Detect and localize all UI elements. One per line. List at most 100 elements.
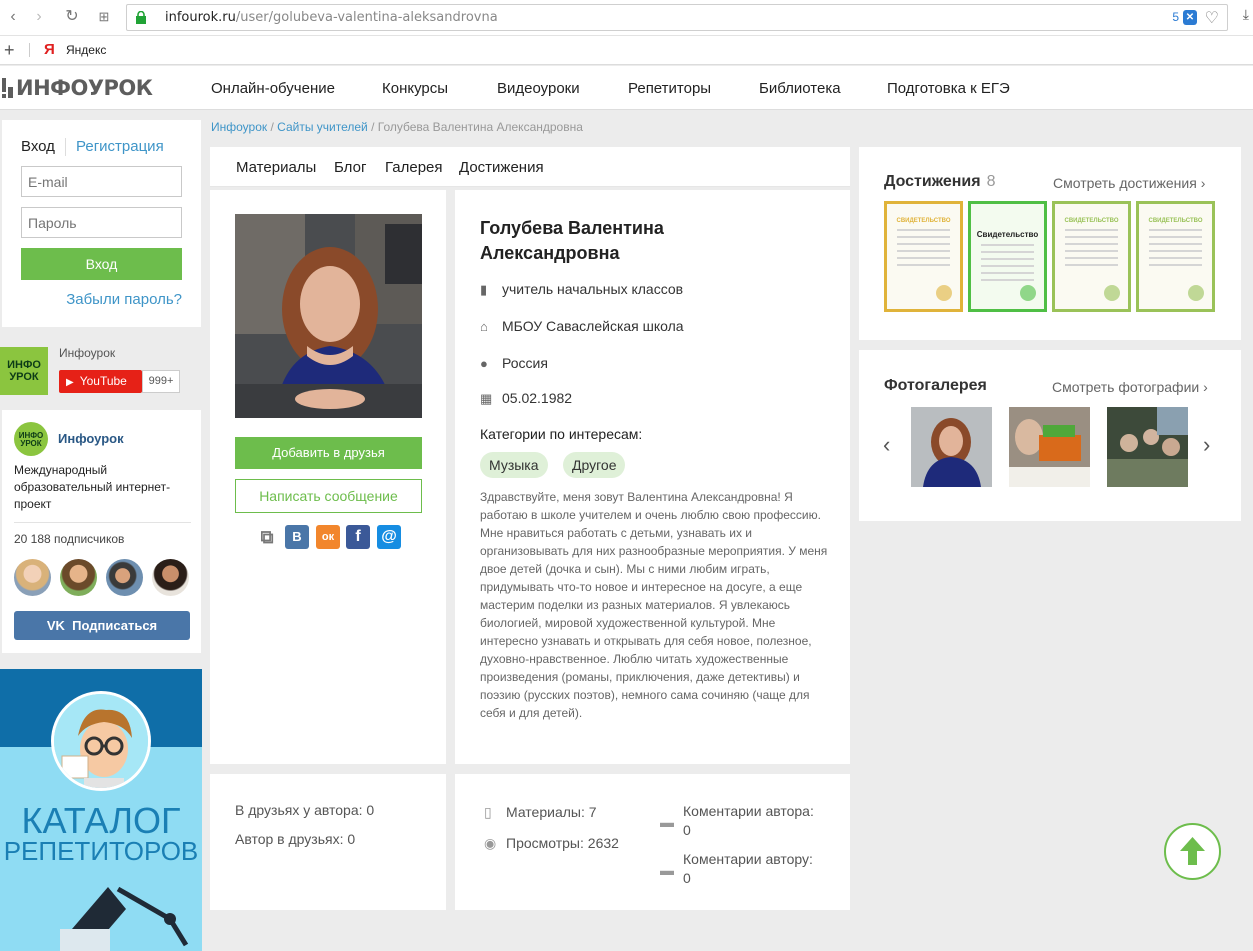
view-photos-link[interactable]: Смотреть фотографии › [1052, 379, 1208, 395]
gallery-thumbnail[interactable] [1009, 407, 1090, 487]
url-text: infourok.ru/user/golubeva-valentina-alek… [165, 10, 498, 25]
tab-login[interactable]: Вход [21, 138, 55, 155]
certificate-text-line [897, 229, 950, 231]
certificate-seal [1104, 285, 1120, 301]
tab-materials[interactable]: Материалы [236, 159, 316, 176]
email-field[interactable] [21, 166, 182, 197]
view-achievements-link[interactable]: Смотреть достижения › [1053, 175, 1205, 191]
forgot-password-link[interactable]: Забыли пароль? [66, 291, 182, 308]
certificate-text-line [1149, 236, 1202, 238]
nav-online-learning[interactable]: Онлайн-обучение [211, 80, 335, 97]
certificate-label: СВИДЕТЕЛЬСТВО [896, 218, 951, 224]
certificate-text-line [1149, 250, 1202, 252]
certificate-text-line [1065, 264, 1118, 266]
odnoklassniki-share-icon[interactable]: ок [316, 525, 340, 549]
interest-chip[interactable]: Другое [563, 452, 626, 478]
youtube-widget: ИНФО УРОК Инфоурок ▶ YouTube 999+ [0, 345, 199, 397]
arrow-up-icon [1180, 837, 1205, 865]
certificate-label: СВИДЕТЕЛЬСТВО [1064, 218, 1119, 224]
certificate-text-line [1149, 264, 1202, 266]
scroll-to-top-button[interactable] [1164, 823, 1221, 880]
certificate-text-line [1065, 257, 1118, 259]
nav-tutors[interactable]: Репетиторы [628, 80, 711, 97]
download-icon[interactable]: ⤓ [1243, 6, 1249, 23]
write-message-button[interactable]: Написать сообщение [235, 479, 422, 513]
subscriber-avatar[interactable] [106, 559, 143, 596]
gallery-prev-icon[interactable]: ‹ [883, 432, 890, 458]
back-icon[interactable]: ‹ [2, 6, 24, 28]
nav-contests[interactable]: Конкурсы [382, 80, 448, 97]
achievement-certificate[interactable]: СВИДЕТЕЛЬСТВО [884, 201, 963, 312]
site-logo[interactable]: ИНФОУРОК [2, 76, 153, 100]
facebook-share-icon[interactable]: f [346, 525, 370, 549]
breadcrumb-home[interactable]: Инфоурок [211, 120, 267, 134]
interest-chip[interactable]: Музыка [480, 452, 548, 478]
achievement-certificate[interactable]: Свидетельство [968, 201, 1047, 312]
tab-achievements[interactable]: Достижения [459, 159, 544, 176]
certificate-text-line [981, 272, 1034, 274]
achievement-certificate[interactable]: СВИДЕТЕЛЬСТВО [1052, 201, 1131, 312]
profile-position: ▮ учитель начальных классов [480, 281, 684, 297]
certificate-text-line [981, 265, 1034, 267]
vk-subscribe-button[interactable]: VK Подписаться [14, 611, 190, 640]
certificate-text-line [1065, 250, 1118, 252]
profile-school: ⌂ МБОУ Саваслейская школа [480, 318, 684, 334]
subscriber-avatar[interactable] [152, 559, 189, 596]
mail-share-icon[interactable]: @ [377, 525, 401, 549]
stats-card: ▯ Материалы: 7 ◉ Просмотры: 2632 ▬ Коментар… [455, 774, 850, 910]
achievements-card: Достижения 8 Смотреть достижения › СВИДЕТ… [859, 147, 1241, 340]
address-bar[interactable]: infourok.ru/user/golubeva-valentina-alek… [126, 4, 1228, 31]
banner-subtitle: РЕПЕТИТОРОВ [3, 836, 199, 866]
tutor-catalog-banner[interactable]: КАТАЛОГ РЕПЕТИТОРОВ [0, 669, 202, 951]
certificate-text-line [1065, 236, 1118, 238]
nav-library[interactable]: Библиотека [759, 80, 841, 97]
gallery-next-icon[interactable]: › [1203, 432, 1210, 458]
logo-mark-icon [2, 78, 14, 98]
vk-group-name[interactable]: Инфоурок [58, 431, 124, 446]
login-button[interactable]: Вход [21, 248, 182, 280]
add-friend-button[interactable]: Добавить в друзья [235, 437, 422, 469]
profile-photo-card: Добавить в друзья Написать сообщение ⧉ В… [210, 190, 446, 764]
gallery-thumbnail[interactable] [911, 407, 992, 487]
youtube-subscribe-button[interactable]: ▶ YouTube [59, 370, 142, 393]
achievements-count: 8 [986, 173, 996, 190]
tabs-grid-icon[interactable]: ⊞ [93, 6, 115, 28]
shield-icon[interactable]: ✕ [1183, 10, 1197, 25]
copy-icon[interactable]: ⧉ [255, 525, 279, 549]
vk-group-avatar[interactable]: ИНФО УРОК [14, 422, 48, 456]
certificate-seal [1020, 285, 1036, 301]
youtube-subscriber-count: 999+ [142, 370, 180, 393]
tab-gallery[interactable]: Галерея [385, 159, 443, 176]
subscriber-avatar[interactable] [60, 559, 97, 596]
certificate-text-line [1149, 243, 1202, 245]
tab-blog[interactable]: Блог [334, 159, 366, 176]
friends-card: В друзьях у автора: 0 Автор в друзьях: 0 [210, 774, 446, 910]
gallery-card: Фотогалерея Смотреть фотографии › ‹ › [859, 350, 1241, 521]
certificate-text-line [897, 257, 950, 259]
bookmark-yandex[interactable]: Яндекс [66, 43, 106, 57]
profile-about: Здравствуйте, меня зовут Валентина Алекс… [480, 490, 828, 720]
plus-icon[interactable]: + [4, 40, 15, 61]
certificate-seal [936, 285, 952, 301]
password-field[interactable] [21, 207, 182, 238]
infourok-logo: ИНФО УРОК [0, 347, 48, 395]
lamp-illustration [60, 886, 189, 951]
yandex-icon: Я [44, 41, 55, 58]
heart-icon[interactable]: ♡ [1205, 8, 1219, 28]
gallery-thumbnail[interactable] [1107, 407, 1188, 487]
nav-video-lessons[interactable]: Видеоуроки [497, 80, 580, 97]
nav-ege-prep[interactable]: Подготовка к ЕГЭ [887, 80, 1010, 97]
certificate-text-line [1065, 229, 1118, 231]
site-header: ИНФОУРОК Онлайн-обучение Конкурсы Видеоу… [0, 66, 1253, 110]
forward-icon[interactable]: › [28, 6, 50, 28]
achievement-certificate[interactable]: СВИДЕТЕЛЬСТВО [1136, 201, 1215, 312]
vk-subscriber-count: 20 188 подписчиков [14, 532, 125, 546]
subscriber-avatar[interactable] [14, 559, 51, 596]
profile-name: Голубева Валентина Александровна [480, 218, 664, 263]
materials-count: ▯ Материалы: 7 [484, 804, 597, 820]
vk-share-icon[interactable]: В [285, 525, 309, 549]
tab-register[interactable]: Регистрация [76, 138, 164, 155]
reload-icon[interactable]: ↻ [61, 6, 83, 28]
document-icon: ▯ [484, 804, 492, 820]
breadcrumb-teacher-sites[interactable]: Сайты учителей [277, 120, 368, 134]
